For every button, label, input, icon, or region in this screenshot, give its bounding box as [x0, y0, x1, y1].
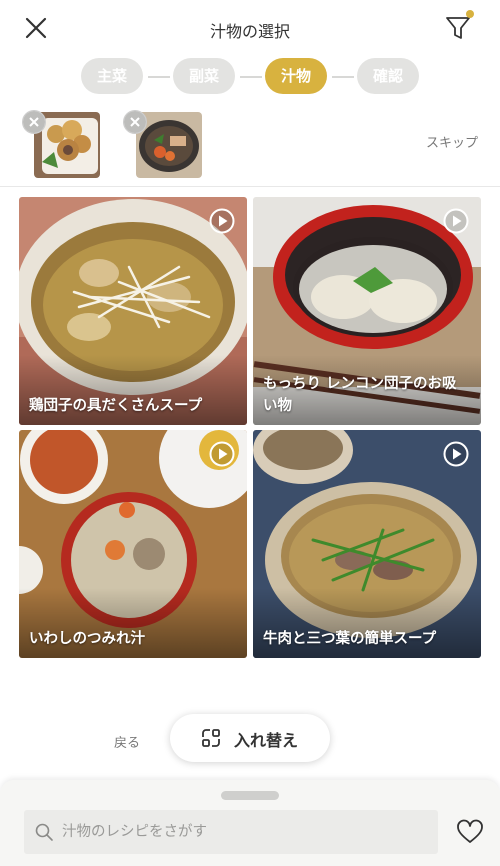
close-icon [124, 111, 146, 133]
header: 汁物の選択 [0, 0, 500, 56]
recipe-card[interactable]: いわしのつみれ汁 [19, 430, 247, 658]
recipe-card[interactable]: もっちり レンコン団子のお吸い物 [253, 197, 481, 425]
recipe-card[interactable]: 牛肉と三つ葉の簡単スープ [253, 430, 481, 658]
play-icon[interactable] [209, 208, 235, 234]
step-confirm[interactable]: 確認 [357, 58, 419, 94]
search-input[interactable] [62, 810, 422, 854]
page-title: 汁物の選択 [209, 22, 290, 41]
remove-side-dish-button[interactable] [123, 110, 147, 134]
step-connector [148, 76, 170, 78]
play-icon[interactable] [209, 441, 235, 467]
remove-main-dish-button[interactable] [22, 110, 46, 134]
search-bar[interactable] [24, 810, 438, 854]
recipe-name: もっちり レンコン団子のお吸い物 [263, 376, 457, 414]
step-soup[interactable]: 汁物 [265, 58, 327, 94]
play-icon[interactable] [443, 441, 469, 467]
close-icon [23, 111, 45, 133]
heart-icon[interactable] [456, 818, 484, 846]
recipe-name: いわしのつみれ汁 [29, 631, 145, 647]
recipe-name: 牛肉と三つ葉の簡単スープ [263, 631, 437, 647]
search-panel [0, 780, 500, 866]
step-connector [240, 76, 262, 78]
swap-button[interactable]: 入れ替え [170, 714, 330, 762]
filter-badge-dot [466, 10, 474, 18]
skip-button[interactable]: スキップ [426, 132, 478, 151]
filter-icon[interactable] [444, 10, 476, 42]
play-icon[interactable] [443, 208, 469, 234]
recipe-name: 鶏団子の具だくさんスープ [29, 398, 203, 414]
step-connector [332, 76, 354, 78]
divider [0, 186, 500, 187]
swap-button-label: 入れ替え [234, 731, 299, 750]
step-main-dish[interactable]: 主菜 [81, 58, 143, 94]
search-icon [35, 823, 53, 841]
back-button[interactable]: 戻る [114, 732, 140, 751]
step-indicator: 主菜 副菜 汁物 確認 [0, 58, 500, 96]
drag-handle[interactable] [221, 791, 279, 800]
selected-dishes: スキップ [0, 110, 500, 182]
recipe-card[interactable]: 鶏団子の具だくさんスープ [19, 197, 247, 425]
swap-icon [202, 729, 220, 747]
action-bar: 戻る 入れ替え [0, 712, 500, 766]
step-side-dish[interactable]: 副菜 [173, 58, 235, 94]
